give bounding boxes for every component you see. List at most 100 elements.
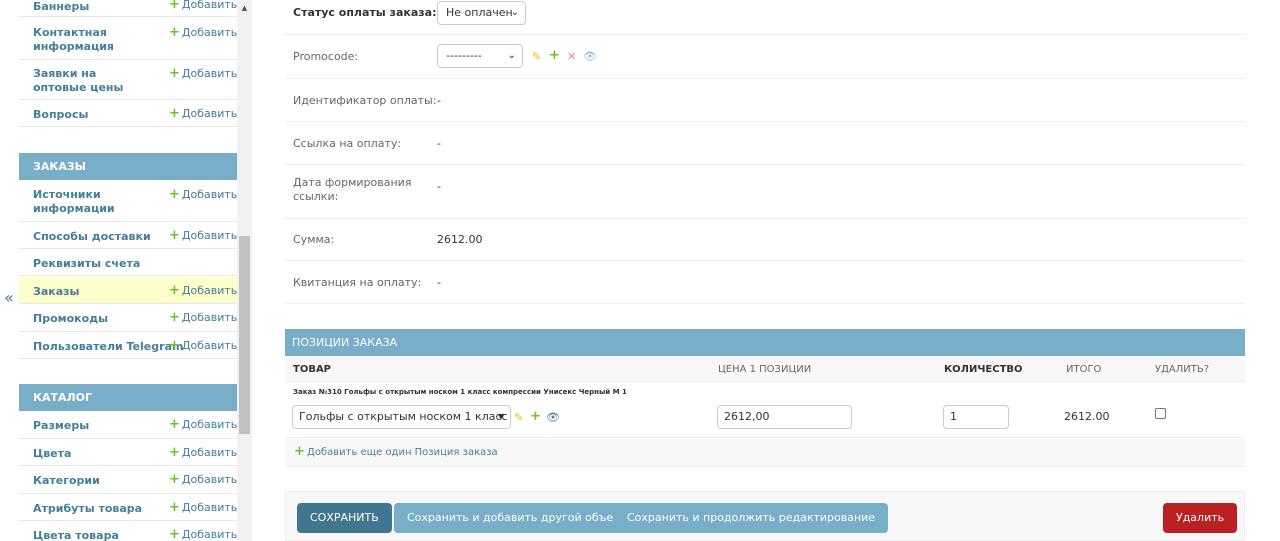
- add-link[interactable]: + Добавить: [169, 106, 237, 121]
- sidebar-item-product-colors[interactable]: Цвета товара + Добавить: [19, 521, 237, 541]
- column-total: ИТОГО: [1066, 364, 1102, 375]
- sidebar-item-label[interactable]: Размеры: [33, 419, 89, 433]
- sidebar-item-label[interactable]: Категории: [33, 474, 100, 488]
- sidebar-item-label[interactable]: Контактная информация: [33, 26, 153, 54]
- sidebar-item-delivery-methods[interactable]: Способы доставки + Добавить: [19, 222, 237, 249]
- column-product: ТОВАР: [293, 364, 332, 375]
- save-and-add-another-button[interactable]: Сохранить и добавить другой объект: [394, 503, 640, 533]
- sum-label: Сумма:: [293, 233, 335, 246]
- plus-icon: +: [169, 187, 180, 202]
- sidebar-item-banners[interactable]: Баннеры + Добавить: [19, 0, 237, 17]
- quantity-input[interactable]: 1: [943, 405, 1009, 429]
- form-row-link-date: Дата формирования ссылки: -: [285, 165, 1245, 219]
- column-unit-price: ЦЕНА 1 ПОЗИЦИИ: [718, 364, 812, 375]
- payment-status-label: Статус оплаты заказа:: [293, 6, 437, 19]
- delete-button[interactable]: Удалить: [1163, 503, 1238, 533]
- link-date-label: Дата формирования ссылки:: [293, 176, 412, 203]
- save-and-continue-button[interactable]: Сохранить и продолжить редактирование: [614, 503, 889, 533]
- column-delete: УДАЛИТЬ?: [1155, 364, 1210, 375]
- sidebar-item-label[interactable]: Реквизиты счета: [33, 257, 140, 271]
- plus-icon: +: [169, 527, 180, 541]
- sidebar-item-label[interactable]: Заявки на оптовые цены: [33, 67, 153, 95]
- sidebar-item-wholesale-requests[interactable]: Заявки на оптовые цены + Добавить: [19, 60, 237, 100]
- add-link[interactable]: + Добавить: [169, 310, 237, 325]
- module-header-orders[interactable]: ЗАКАЗЫ: [19, 153, 237, 180]
- payment-id-label: Идентификатор оплаты:: [293, 94, 437, 107]
- add-link[interactable]: + Добавить: [169, 338, 237, 353]
- inline-header: ПОЗИЦИИ ЗАКАЗА: [285, 329, 1245, 356]
- form-row-sum: Сумма: 2612.00: [285, 219, 1245, 261]
- add-link[interactable]: + Добавить: [169, 187, 237, 202]
- sidebar-item-promocodes[interactable]: Промокоды + Добавить: [19, 304, 237, 332]
- sidebar-item-label[interactable]: Способы доставки: [33, 230, 151, 244]
- sidebar-item-product-attributes[interactable]: Атрибуты товара + Добавить: [19, 494, 237, 521]
- add-link[interactable]: + Добавить: [169, 445, 237, 460]
- promocode-label: Promocode:: [293, 50, 359, 63]
- sidebar-item-label[interactable]: Источники информации: [33, 188, 153, 216]
- sidebar-item-contact-info[interactable]: Контактная информация + Добавить: [19, 18, 237, 60]
- delete-checkbox[interactable]: [1155, 408, 1166, 419]
- column-quantity: КОЛИЧЕСТВО: [944, 364, 1023, 375]
- total-value: 2612.00: [1064, 410, 1110, 423]
- scroll-thumb[interactable]: [239, 236, 250, 434]
- sidebar-item-orders[interactable]: Заказы + Добавить: [19, 277, 237, 304]
- sidebar-item-label[interactable]: Вопросы: [33, 108, 88, 122]
- plus-icon: +: [169, 283, 180, 298]
- sidebar-toggle[interactable]: «: [4, 288, 18, 308]
- inline-row-title: Заказ №310 Гольфы с открытым носком 1 кл…: [293, 388, 627, 396]
- plus-icon: +: [169, 500, 180, 515]
- form-row-payment-link: Ссылка на оплату: -: [285, 122, 1245, 165]
- sidebar-item-label[interactable]: Цвета товара: [33, 529, 119, 541]
- sidebar-item-label[interactable]: Заказы: [33, 285, 79, 299]
- submit-row: Сохранить Сохранить и добавить другой об…: [285, 491, 1245, 541]
- pencil-icon[interactable]: ✎: [532, 50, 541, 64]
- payment-id-value: -: [437, 94, 441, 107]
- add-link[interactable]: + Добавить: [169, 25, 237, 40]
- add-link[interactable]: + Добавить: [169, 66, 237, 81]
- sidebar-item-label[interactable]: Баннеры: [33, 0, 89, 14]
- eye-icon[interactable]: 👁: [583, 50, 597, 64]
- save-button[interactable]: Сохранить: [297, 503, 392, 533]
- sidebar-item-categories[interactable]: Категории + Добавить: [19, 466, 237, 494]
- plus-icon[interactable]: +: [549, 49, 560, 63]
- scroll-up-arrow-icon[interactable]: ▲: [237, 3, 252, 13]
- plus-icon[interactable]: +: [530, 410, 541, 424]
- add-link[interactable]: + Добавить: [169, 228, 237, 243]
- price-input[interactable]: 2612,00: [717, 405, 852, 429]
- sidebar-item-questions[interactable]: Вопросы + Добавить: [19, 100, 237, 127]
- form-row-payment-status: Статус оплаты заказа: Не оплачен ⌄: [285, 0, 1245, 35]
- sidebar-item-label[interactable]: Пользователи Telegram: [33, 340, 183, 354]
- add-link[interactable]: + Добавить: [169, 417, 237, 432]
- add-link[interactable]: + Добавить: [169, 0, 237, 12]
- receipt-label: Квитанция на оплату:: [293, 276, 422, 289]
- payment-status-select[interactable]: Не оплачен ⌄: [437, 1, 526, 25]
- product-select[interactable]: Гольфы с открытым носком 1 класс ... ▼: [292, 405, 511, 445]
- module-header-catalog[interactable]: КАТАЛОГ: [19, 384, 237, 411]
- form-row-payment-id: Идентификатор оплаты: -: [285, 79, 1245, 122]
- add-another-link[interactable]: Добавить еще один Позиция заказа: [307, 447, 498, 458]
- sidebar-item-info-sources[interactable]: Источники информации + Добавить: [19, 180, 237, 222]
- close-icon[interactable]: ✕: [567, 50, 576, 64]
- sidebar-scrollbar[interactable]: ▲: [237, 0, 252, 541]
- add-link[interactable]: + Добавить: [169, 527, 237, 541]
- sidebar-item-label[interactable]: Цвета: [33, 447, 71, 461]
- pencil-icon[interactable]: ✎: [514, 411, 523, 425]
- plus-icon: +: [169, 472, 180, 487]
- sidebar-item-label[interactable]: Атрибуты товара: [33, 502, 142, 516]
- promocode-select[interactable]: --------- ⌄: [437, 44, 523, 68]
- add-another-row[interactable]: + Добавить еще один Позиция заказа: [285, 439, 1245, 467]
- inline-column-headers: ТОВАР ЦЕНА 1 ПОЗИЦИИ КОЛИЧЕСТВО ИТОГО УД…: [285, 356, 1245, 382]
- form-row-receipt: Квитанция на оплату: -: [285, 261, 1245, 304]
- sidebar-item-invoice-details[interactable]: Реквизиты счета: [19, 249, 237, 276]
- sidebar-item-sizes[interactable]: Размеры + Добавить: [19, 411, 237, 439]
- add-link[interactable]: + Добавить: [169, 472, 237, 487]
- add-link[interactable]: + Добавить: [169, 283, 237, 298]
- form-row-promocode: Promocode: --------- ⌄ ✎ + ✕ 👁: [285, 35, 1245, 79]
- eye-icon[interactable]: 👁: [546, 411, 560, 425]
- add-link[interactable]: + Добавить: [169, 500, 237, 515]
- sidebar-item-colors[interactable]: Цвета + Добавить: [19, 439, 237, 466]
- sidebar-item-label[interactable]: Промокоды: [33, 312, 108, 326]
- sidebar-item-telegram-users[interactable]: Пользователи Telegram + Добавить: [19, 332, 237, 359]
- plus-icon: +: [169, 106, 180, 121]
- receipt-value: -: [437, 276, 441, 289]
